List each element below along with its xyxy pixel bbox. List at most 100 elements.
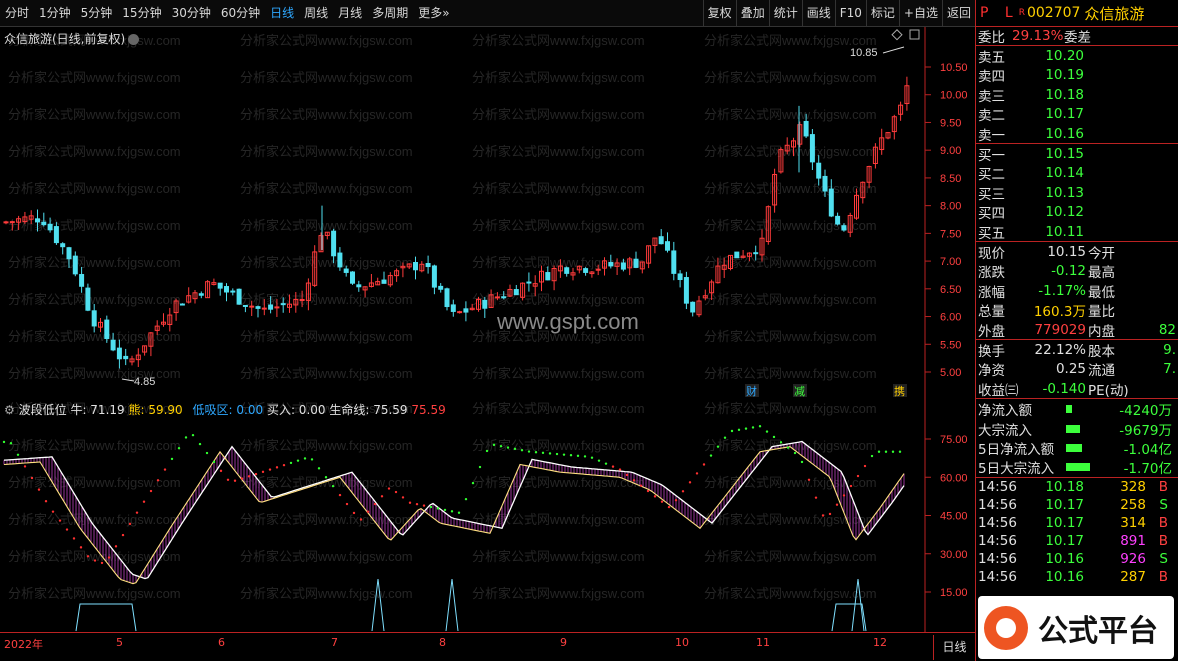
candle-body: [123, 355, 129, 360]
gear-icon[interactable]: ⚙: [4, 403, 15, 417]
tool-button-0[interactable]: 复权: [702, 0, 736, 27]
tool-button-6[interactable]: +自选: [898, 0, 942, 27]
candle-body: [431, 265, 437, 288]
sell-label: 卖三: [978, 88, 1005, 105]
pl-toggle[interactable]: P L: [980, 5, 1019, 21]
shengming-dot: [142, 500, 146, 503]
buy-spike-1: [445, 578, 459, 632]
candle-body: [337, 252, 343, 268]
shengming-dot: [786, 446, 790, 449]
period-tab-3[interactable]: 15分钟: [117, 0, 166, 27]
tool-button-1[interactable]: 叠加: [735, 0, 769, 27]
period-tab-4[interactable]: 30分钟: [167, 0, 216, 27]
price-tick-label: 7.50: [940, 228, 961, 240]
shengming-dot: [814, 496, 818, 499]
shengming-dot: [443, 508, 447, 512]
shengming-dot: [709, 454, 713, 457]
tick-time: 14:56: [978, 496, 1017, 513]
weibi-row: 委比 29.13% 委差: [976, 27, 1178, 47]
shengming-dot: [436, 507, 440, 510]
candle-body: [828, 188, 834, 217]
shengming-dot: [737, 428, 741, 432]
tool-button-3[interactable]: 画线: [801, 0, 835, 27]
chart-title[interactable]: 众信旅游(日线,前复权): [4, 30, 140, 47]
stat-value: -0.12: [1051, 263, 1086, 280]
sell-row: 卖二 10.17: [976, 105, 1178, 124]
shengming-dot: [772, 435, 776, 439]
candle-body: [104, 319, 110, 339]
shengming-dot: [359, 518, 363, 521]
tool-button-5[interactable]: 标记: [865, 0, 899, 27]
candle-body: [381, 279, 387, 284]
shengming-dot: [366, 510, 370, 513]
watermark-text: 分析家公式网www.fxjgsw.com: [472, 586, 645, 601]
period-tab-7[interactable]: 周线: [299, 0, 333, 27]
watermark-text: 分析家公式网www.fxjgsw.com: [240, 329, 413, 344]
sell-book: 卖五 10.20 卖四 10.19 卖三 10.18 卖二 10.17 卖一 10.16: [976, 46, 1178, 145]
period-tab-5[interactable]: 60分钟: [216, 0, 265, 27]
shengming-dot: [37, 488, 41, 491]
buy-row: 买五 10.11: [976, 222, 1178, 242]
tick-list: 14:56 10.18 328 B 14:56 10.17 258 S 14:56 10.17 31…: [976, 478, 1178, 586]
period-tab-1[interactable]: 1分钟: [34, 0, 76, 27]
date-label-2: 6: [218, 636, 225, 649]
candle-body: [677, 273, 683, 281]
price-tick-label: 5.00: [940, 367, 961, 379]
symbol-header: P L R 002707 众信旅游: [976, 0, 1178, 27]
candle-body: [72, 255, 78, 275]
dixi-label: 低吸区:: [192, 403, 233, 417]
shengming-dot: [240, 477, 244, 480]
date-label-7: 11: [756, 636, 770, 649]
candle-body: [85, 287, 91, 311]
tool-button-4[interactable]: F10: [834, 0, 866, 27]
period-tab-10[interactable]: 更多»: [413, 0, 454, 27]
tool-button-7[interactable]: 返回: [941, 0, 975, 27]
period-tab-0[interactable]: 分时: [0, 0, 34, 27]
candle-body: [110, 339, 116, 351]
shengming-dot: [541, 451, 545, 455]
tick-volume: 258: [1120, 496, 1146, 513]
candle-body: [198, 293, 204, 296]
watermark-text: 分析家公式网www.fxjgsw.com: [704, 401, 877, 416]
shengming-dot: [660, 500, 664, 503]
sell-label: 卖一: [978, 127, 1005, 144]
tick-volume: 287: [1120, 568, 1146, 585]
period-tab-8[interactable]: 月线: [333, 0, 367, 27]
period-tab-9[interactable]: 多周期: [367, 0, 413, 27]
candle-body: [116, 347, 122, 360]
chevron-down-icon[interactable]: [128, 34, 140, 45]
watermark-text: 分析家公式网www.fxjgsw.com: [704, 255, 877, 270]
shengming-dot: [828, 512, 832, 516]
candle-body: [331, 230, 337, 257]
candle-body: [683, 277, 689, 304]
r-badge: R: [1018, 8, 1025, 18]
watermark-text: 分析家公式网www.fxjgsw.com: [8, 475, 181, 490]
indicator-tick-label: 30.00: [940, 549, 968, 561]
period-tag[interactable]: 日线: [933, 635, 975, 660]
sell-price: 10.20: [1045, 48, 1084, 65]
sell-row: 卖五 10.20: [976, 46, 1178, 66]
stat-right-label: 最低: [1088, 284, 1115, 301]
candle-body: [9, 221, 15, 224]
period-tab-6[interactable]: 日线: [265, 0, 299, 27]
logo-text: 公式平台: [1038, 613, 1158, 649]
shengming-dot: [758, 425, 762, 428]
candle-body: [608, 262, 614, 267]
price-tick-label: 9.00: [940, 145, 961, 157]
tick-row: 14:56 10.18 328 B: [976, 478, 1178, 496]
period-toolbar: 分时 1分钟 5分钟 15分钟 30分钟 60分钟 日线 周线 月线 多周期 更多» 复权 叠加 统计画…: [0, 0, 975, 27]
candlestick-chart[interactable]: 10.50 10.00 9.50 9.00 8.50 8.00 7.50 7.00 6.50 6.…: [0, 27, 975, 399]
shengming-dot: [688, 481, 692, 484]
shengming-dot: [86, 555, 90, 558]
indicator-chart[interactable]: 75.00 60.00 45.00 30.00 15.00 分析家公式网www.fxjgs…: [0, 399, 975, 632]
indicator-tick-label: 15.00: [940, 587, 968, 599]
weicha-label: 委差: [1064, 30, 1091, 47]
watermark-text: 分析家公式网www.fxjgsw.com: [472, 549, 645, 564]
candle-body: [280, 303, 286, 306]
stat-right-label: 内盘: [1088, 323, 1115, 340]
shengming-dot: [534, 451, 538, 454]
stat-right-label: 量比: [1088, 304, 1115, 321]
shengming-dot: [765, 430, 769, 433]
tool-button-2[interactable]: 统计: [768, 0, 802, 27]
period-tab-2[interactable]: 5分钟: [76, 0, 118, 27]
